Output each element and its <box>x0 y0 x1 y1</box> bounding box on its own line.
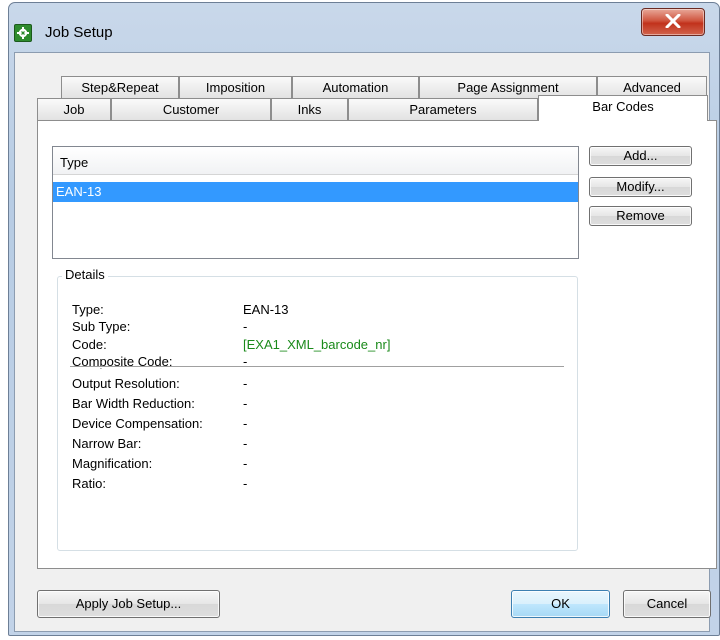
detail-value-narrow-bar: - <box>243 436 248 451</box>
close-button[interactable] <box>641 8 705 36</box>
apply-job-setup-button[interactable]: Apply Job Setup... <box>37 590 220 618</box>
tab-imposition[interactable]: Imposition <box>179 76 292 98</box>
details-group-title: Details <box>62 267 108 282</box>
list-item-label: EAN-13 <box>56 184 102 199</box>
tab-bar-codes[interactable]: Bar Codes <box>538 95 708 121</box>
tab-automation[interactable]: Automation <box>292 76 419 98</box>
detail-label-ratio: Ratio: <box>72 476 106 491</box>
detail-label-bar-width-reduction: Bar Width Reduction: <box>72 396 195 411</box>
detail-value-sub-type: - <box>243 319 248 334</box>
remove-button[interactable]: Remove <box>589 206 692 226</box>
tab-parameters[interactable]: Parameters <box>348 98 538 120</box>
detail-value-output-resolution: - <box>243 376 248 391</box>
cancel-button[interactable]: Cancel <box>623 590 711 618</box>
tab-customer[interactable]: Customer <box>111 98 271 120</box>
list-item[interactable]: EAN-13 <box>53 182 578 202</box>
detail-label-type: Type: <box>72 302 104 317</box>
detail-label-magnification: Magnification: <box>72 456 153 471</box>
tab-job[interactable]: Job <box>37 98 111 120</box>
window-title: Job Setup <box>45 24 113 41</box>
detail-value-code: [EXA1_XML_barcode_nr] <box>243 337 391 352</box>
detail-label-narrow-bar: Narrow Bar: <box>72 436 142 451</box>
close-icon <box>665 14 681 28</box>
detail-label-code: Code: <box>72 337 107 352</box>
detail-value-type: EAN-13 <box>243 302 289 317</box>
list-header-type[interactable]: Type <box>53 147 578 175</box>
detail-label-output-resolution: Output Resolution: <box>72 376 180 391</box>
app-icon <box>14 24 32 42</box>
detail-value-bar-width-reduction: - <box>243 396 248 411</box>
details-separator <box>70 366 564 368</box>
details-group <box>57 276 578 551</box>
detail-label-sub-type: Sub Type: <box>72 319 131 334</box>
modify-button[interactable]: Modify... <box>589 177 692 197</box>
detail-label-device-compensation: Device Compensation: <box>72 416 203 431</box>
ok-button[interactable]: OK <box>511 590 610 618</box>
detail-value-magnification: - <box>243 456 248 471</box>
detail-value-ratio: - <box>243 476 248 491</box>
tab-inks[interactable]: Inks <box>271 98 348 120</box>
detail-value-device-compensation: - <box>243 416 248 431</box>
tab-step-repeat[interactable]: Step&Repeat <box>61 76 179 98</box>
add-button[interactable]: Add... <box>589 146 692 166</box>
